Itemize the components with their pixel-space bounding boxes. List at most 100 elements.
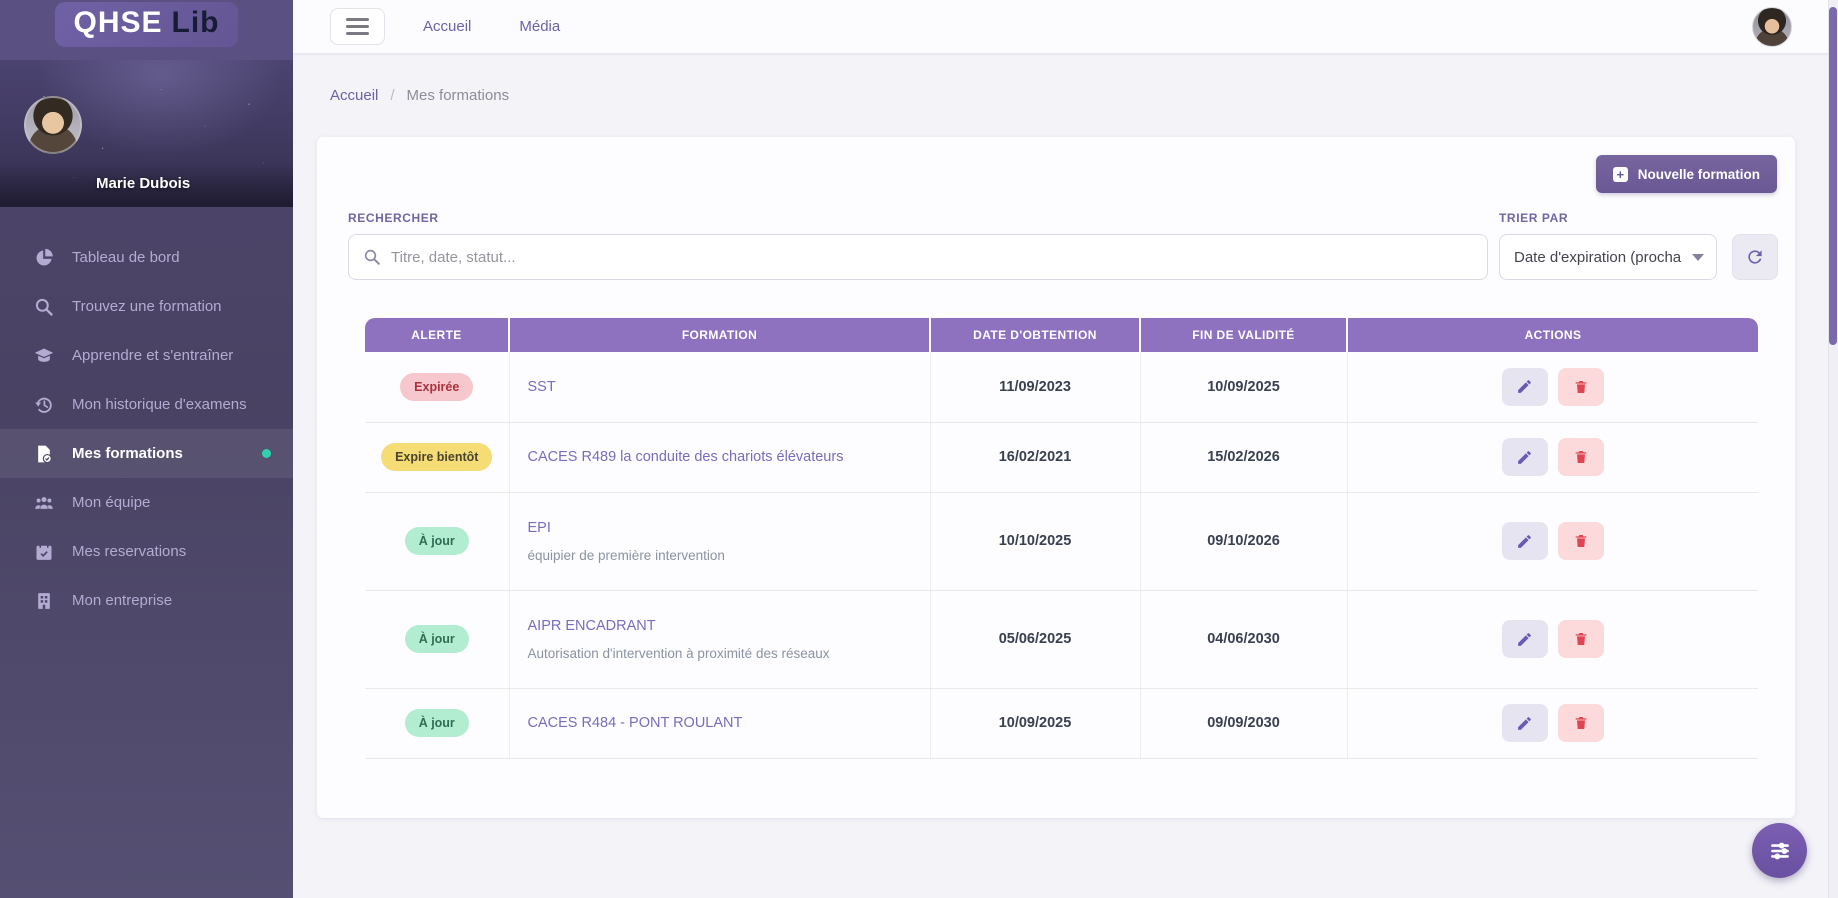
pencil-icon [1516,715,1533,732]
sidebar: QHSE Lib Marie Dubois Tableau de bord Tr… [0,0,293,898]
sidebar-item-mon-entreprise[interactable]: Mon entreprise [0,576,293,625]
plus-icon: + [1613,167,1628,182]
sort-dropdown-value: Date d'expiration (procha [1514,249,1686,266]
edit-button[interactable] [1502,438,1548,476]
refresh-icon [1745,247,1765,267]
search-label: RECHERCHER [348,211,439,225]
notification-dot [262,449,271,458]
breadcrumb-accueil[interactable]: Accueil [330,87,378,104]
trash-icon [1573,379,1589,395]
page-scrollbar[interactable] [1828,0,1838,898]
graduation-cap-icon [34,346,54,366]
delete-button[interactable] [1558,704,1604,742]
formation-link[interactable]: CACES R484 - PONT ROULANT [510,715,930,731]
pie-chart-icon [34,248,54,268]
edit-button[interactable] [1502,704,1548,742]
sidebar-item-mes-formations[interactable]: Mes formations [0,429,293,478]
sidebar-item-label: Tableau de bord [72,249,180,266]
date-valid-until: 04/06/2030 [1207,631,1280,647]
formations-card: + Nouvelle formation RECHERCHER TRIER PA… [317,137,1795,818]
sidebar-item-mes-reservations[interactable]: Mes reservations [0,527,293,576]
header-fin-validite: FIN DE VALIDITÉ [1140,318,1347,352]
status-badge: À jour [405,625,469,653]
sidebar-item-label: Mes formations [72,445,183,462]
logo-text-secondary: Lib [172,6,220,40]
date-obtained: 16/02/2021 [999,449,1072,465]
search-box [348,234,1488,280]
delete-button[interactable] [1558,522,1604,560]
nav-link-media[interactable]: Média [519,18,560,35]
pencil-icon [1516,533,1533,550]
delete-button[interactable] [1558,438,1604,476]
history-icon [34,395,54,415]
date-obtained: 10/09/2025 [999,715,1072,731]
sliders-icon [1767,838,1793,864]
refresh-button[interactable] [1732,234,1778,280]
sidebar-item-historique-examens[interactable]: Mon historique d'examens [0,380,293,429]
formation-link[interactable]: AIPR ENCADRANT [510,618,930,634]
sort-dropdown[interactable]: Date d'expiration (procha [1499,234,1717,280]
logo-text-primary: QHSE [73,6,162,40]
document-icon [34,444,54,464]
search-input[interactable] [391,249,1487,266]
formation-link[interactable]: CACES R489 la conduite des chariots élév… [510,449,930,465]
table-row: À jour AIPR ENCADRANT Autorisation d'int… [365,590,1758,688]
date-obtained: 05/06/2025 [999,631,1072,647]
user-avatar[interactable] [24,96,82,154]
sidebar-item-apprendre[interactable]: Apprendre et s'entraîner [0,331,293,380]
status-badge: À jour [405,527,469,555]
sidebar-item-label: Trouvez une formation [72,298,222,315]
hamburger-icon [346,18,369,21]
formations-table: ALERTE FORMATION DATE D'OBTENTION FIN DE… [365,318,1758,759]
new-formation-button[interactable]: + Nouvelle formation [1596,155,1777,193]
topbar-avatar[interactable] [1752,7,1792,47]
table-row: À jour CACES R484 - PONT ROULANT 10/09/2… [365,688,1758,758]
edit-button[interactable] [1502,620,1548,658]
trash-icon [1573,533,1589,549]
user-name: Marie Dubois [96,175,190,192]
building-icon [34,591,54,611]
delete-button[interactable] [1558,620,1604,658]
chevron-down-icon [1692,254,1704,261]
app-logo[interactable]: QHSE Lib [55,2,237,47]
date-obtained: 10/10/2025 [999,533,1072,549]
team-icon [34,493,54,513]
formation-link[interactable]: SST [510,379,930,395]
status-badge: À jour [405,709,469,737]
scrollbar-thumb[interactable] [1829,7,1837,345]
date-valid-until: 10/09/2025 [1207,379,1280,395]
search-icon [363,248,381,266]
trash-icon [1573,631,1589,647]
table-row: À jour EPI équipier de première interven… [365,492,1758,590]
date-valid-until: 09/09/2030 [1207,715,1280,731]
breadcrumb: Accueil / Mes formations [293,53,1838,137]
formation-link[interactable]: EPI [510,520,930,536]
nav-link-accueil[interactable]: Accueil [423,18,471,35]
filter-fab-button[interactable] [1752,823,1807,878]
sort-label: TRIER PAR [1499,211,1568,225]
delete-button[interactable] [1558,368,1604,406]
breadcrumb-mes-formations: Mes formations [407,87,510,104]
top-nav: Accueil Média [423,18,560,35]
sidebar-item-label: Mes reservations [72,543,186,560]
table-row: Expirée SST 11/09/2023 10/09/2025 [365,352,1758,422]
date-valid-until: 15/02/2026 [1207,449,1280,465]
sidebar-item-label: Mon historique d'examens [72,396,247,413]
sidebar-item-label: Mon entreprise [72,592,172,609]
pencil-icon [1516,631,1533,648]
logo-bar: QHSE Lib [0,0,293,60]
breadcrumb-separator: / [390,87,394,104]
edit-button[interactable] [1502,368,1548,406]
new-formation-label: Nouvelle formation [1638,167,1760,182]
trash-icon [1573,715,1589,731]
menu-toggle-button[interactable] [330,8,385,45]
status-badge: Expirée [400,373,473,401]
date-obtained: 11/09/2023 [999,379,1071,395]
sidebar-item-tableau-de-bord[interactable]: Tableau de bord [0,233,293,282]
table-row: Expire bientôt CACES R489 la conduite de… [365,422,1758,492]
edit-button[interactable] [1502,522,1548,560]
topbar: Accueil Média [293,0,1838,53]
sidebar-item-mon-equipe[interactable]: Mon équipe [0,478,293,527]
sidebar-item-trouvez-une-formation[interactable]: Trouvez une formation [0,282,293,331]
header-date-obtention: DATE D'OBTENTION [930,318,1140,352]
